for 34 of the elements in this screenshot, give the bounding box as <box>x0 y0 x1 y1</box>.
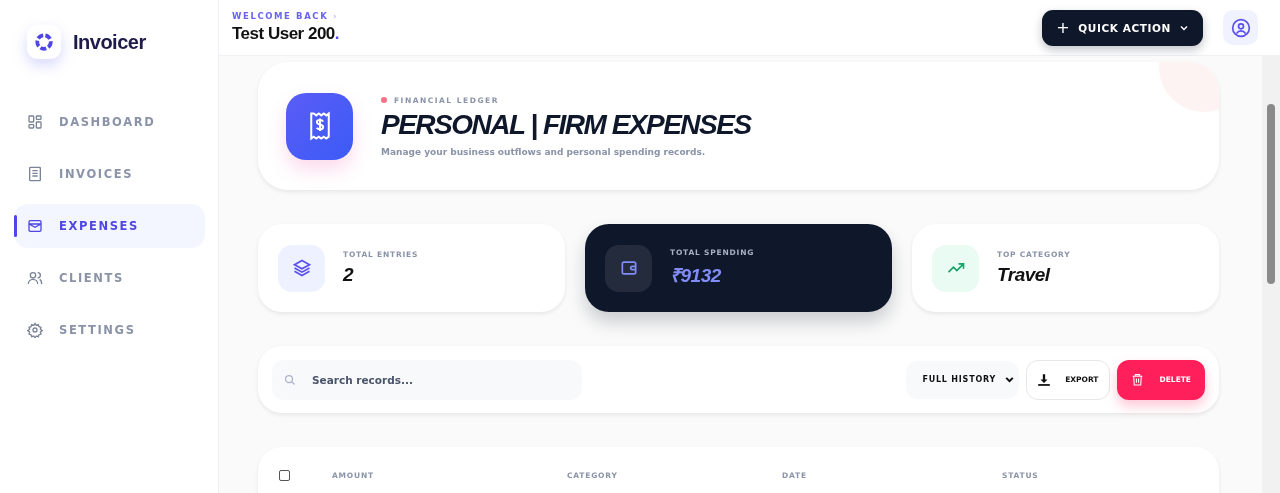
wallet-icon <box>605 244 652 292</box>
profile-button[interactable] <box>1223 10 1258 45</box>
page-title: PERSONAL | FIRM EXPENSES <box>381 108 751 141</box>
sidebar-item[interactable]: CLIENTS <box>14 256 205 300</box>
trend-up-icon <box>932 244 979 292</box>
document-icon <box>27 166 43 182</box>
search-icon <box>284 373 296 386</box>
users-icon <box>27 270 43 286</box>
sidebar-item[interactable]: EXPENSES <box>14 204 205 248</box>
user-icon <box>1230 17 1251 38</box>
stat-value: 2 <box>343 264 355 286</box>
wallet-icon <box>27 218 43 234</box>
page-subtitle: Manage your business outflows and personal spending records. <box>381 146 707 157</box>
sidebar-item[interactable]: SETTINGS <box>14 308 205 352</box>
brand-name: Invoicer <box>73 30 146 54</box>
search-field[interactable]: Search records... <box>272 359 582 400</box>
checkbox[interactable] <box>279 469 290 481</box>
grid-icon <box>27 114 43 130</box>
greeting-label: WELCOME BACK <box>232 11 329 21</box>
scrollbar[interactable] <box>1262 56 1280 493</box>
stat-value: Travel <box>997 264 1052 286</box>
history-dropdown[interactable]: FULL HISTORY <box>906 360 1020 399</box>
download-icon <box>1037 372 1052 387</box>
logo-icon <box>27 25 61 59</box>
sidebar-item[interactable]: INVOICES <box>14 152 205 196</box>
layers-icon <box>278 244 325 292</box>
chevron-icon: › <box>332 11 339 21</box>
stat-value: ₹9132 <box>670 264 722 288</box>
user-name: Test User 200. <box>232 24 340 44</box>
quick-action-button[interactable]: + QUICK ACTION <box>1042 9 1203 46</box>
trash-icon <box>1130 373 1144 386</box>
sidebar-item[interactable]: DASHBOARD <box>14 100 205 144</box>
receipt-icon <box>286 92 353 160</box>
settings-icon <box>27 322 43 338</box>
